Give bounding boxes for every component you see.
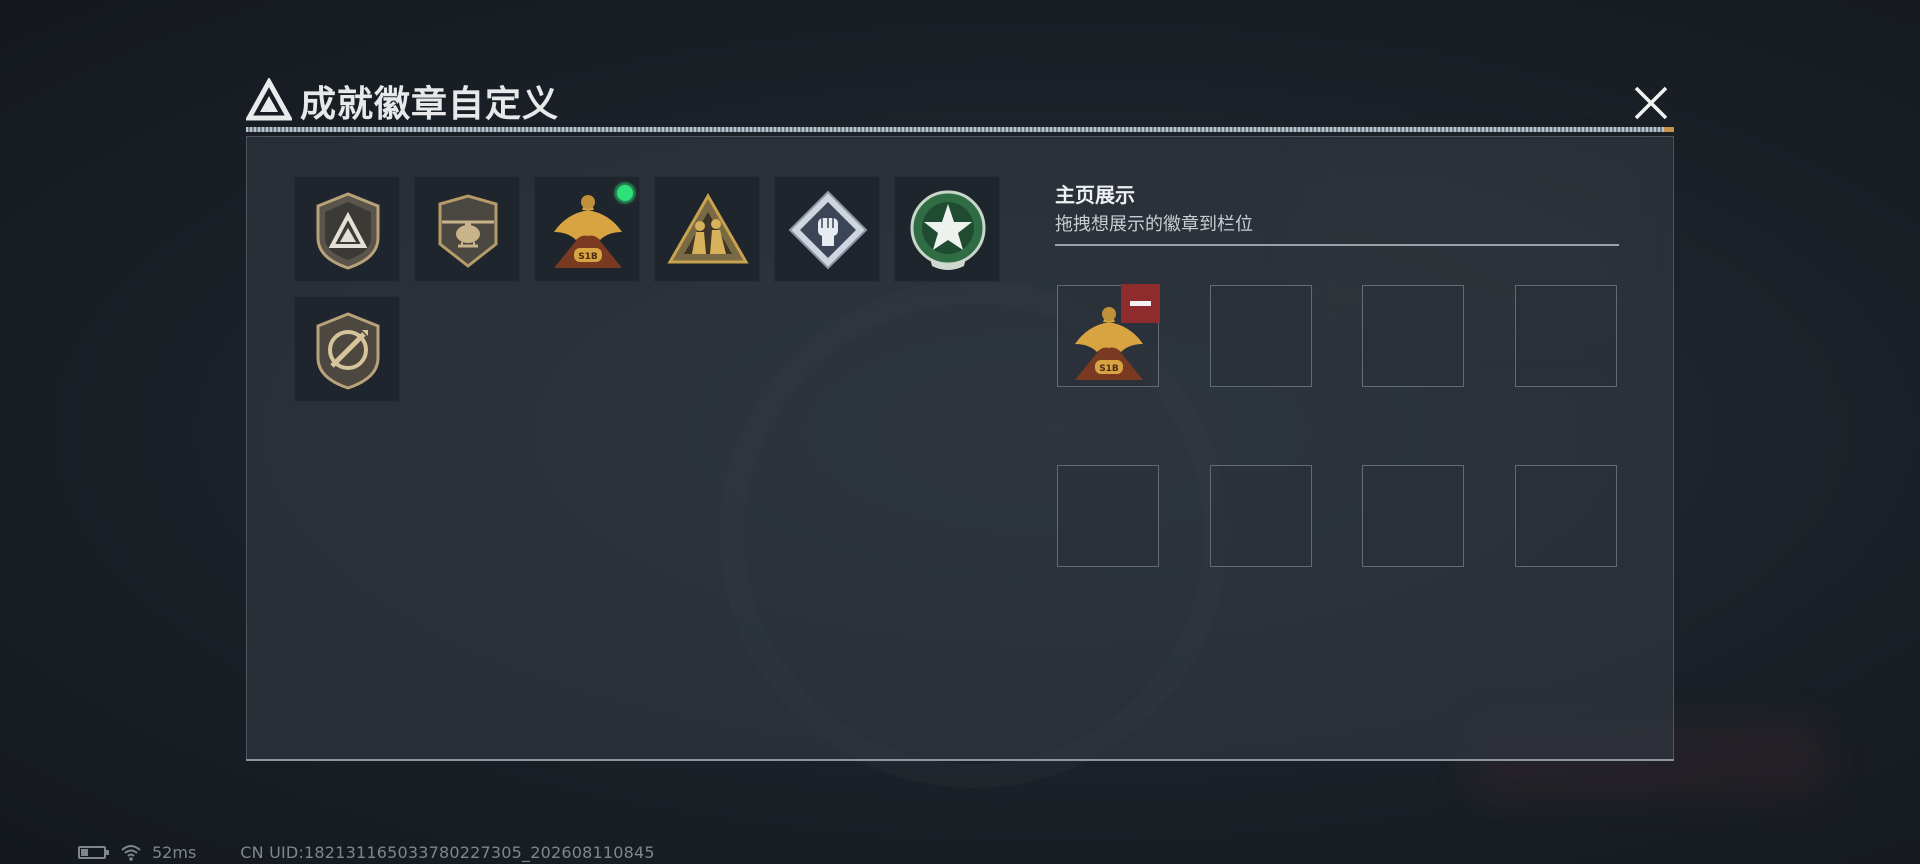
dialog-header: 成就徽章自定义 [246, 78, 560, 125]
fist-diamond-badge-icon [788, 190, 868, 270]
eagle-label-text: S1B [1099, 364, 1119, 374]
close-icon[interactable] [1628, 80, 1674, 126]
page-title: 成就徽章自定义 [300, 84, 560, 125]
delta-logo-icon [246, 78, 292, 121]
badge-green-star[interactable] [894, 176, 1000, 282]
ping-text: 52ms [152, 842, 197, 862]
badge-delta-shield[interactable] [294, 176, 400, 282]
soldiers-triangle-badge-icon [667, 192, 749, 264]
showcase-slot-8[interactable] [1515, 465, 1617, 567]
panel-bottom-border [246, 759, 1674, 761]
badge-fist-diamond[interactable] [774, 176, 880, 282]
showcase-slot-7[interactable] [1362, 465, 1464, 567]
header-divider [246, 127, 1674, 132]
eagle-label-text: S1B [578, 252, 598, 262]
battery-icon [78, 845, 109, 859]
helicopter-badge-icon [438, 194, 498, 268]
delta-shield-badge-icon [316, 192, 380, 270]
showcase-slot-2[interactable] [1210, 285, 1312, 387]
showcase-title: 主页展示 [1055, 183, 1135, 207]
showcase-divider [1055, 244, 1619, 246]
showcase-slot-4[interactable] [1515, 285, 1617, 387]
badge-golden-eagle[interactable]: S1B [534, 176, 640, 282]
showcase-subtitle: 拖拽想展示的徽章到栏位 [1055, 214, 1253, 235]
status-bar: 52ms CN UID:182131165033780227305_202608… [78, 842, 655, 862]
showcase-slot-5[interactable] [1057, 465, 1159, 567]
remove-badge-button[interactable] [1121, 284, 1160, 323]
badge-helicopter[interactable] [414, 176, 520, 282]
new-indicator-dot [617, 185, 633, 201]
badge-soldiers[interactable] [654, 176, 760, 282]
badge-knife-shield[interactable] [294, 296, 400, 402]
golden-eagle-badge-icon: S1B [554, 195, 622, 268]
uid-text: CN UID:182131165033780227305_20260811084… [240, 842, 655, 862]
wifi-icon [121, 845, 141, 861]
showcase-slot-3[interactable] [1362, 285, 1464, 387]
knife-shield-badge-icon [316, 312, 380, 390]
minus-icon [1130, 301, 1151, 306]
showcase-slot-6[interactable] [1210, 465, 1312, 567]
green-star-badge-icon [910, 190, 986, 270]
